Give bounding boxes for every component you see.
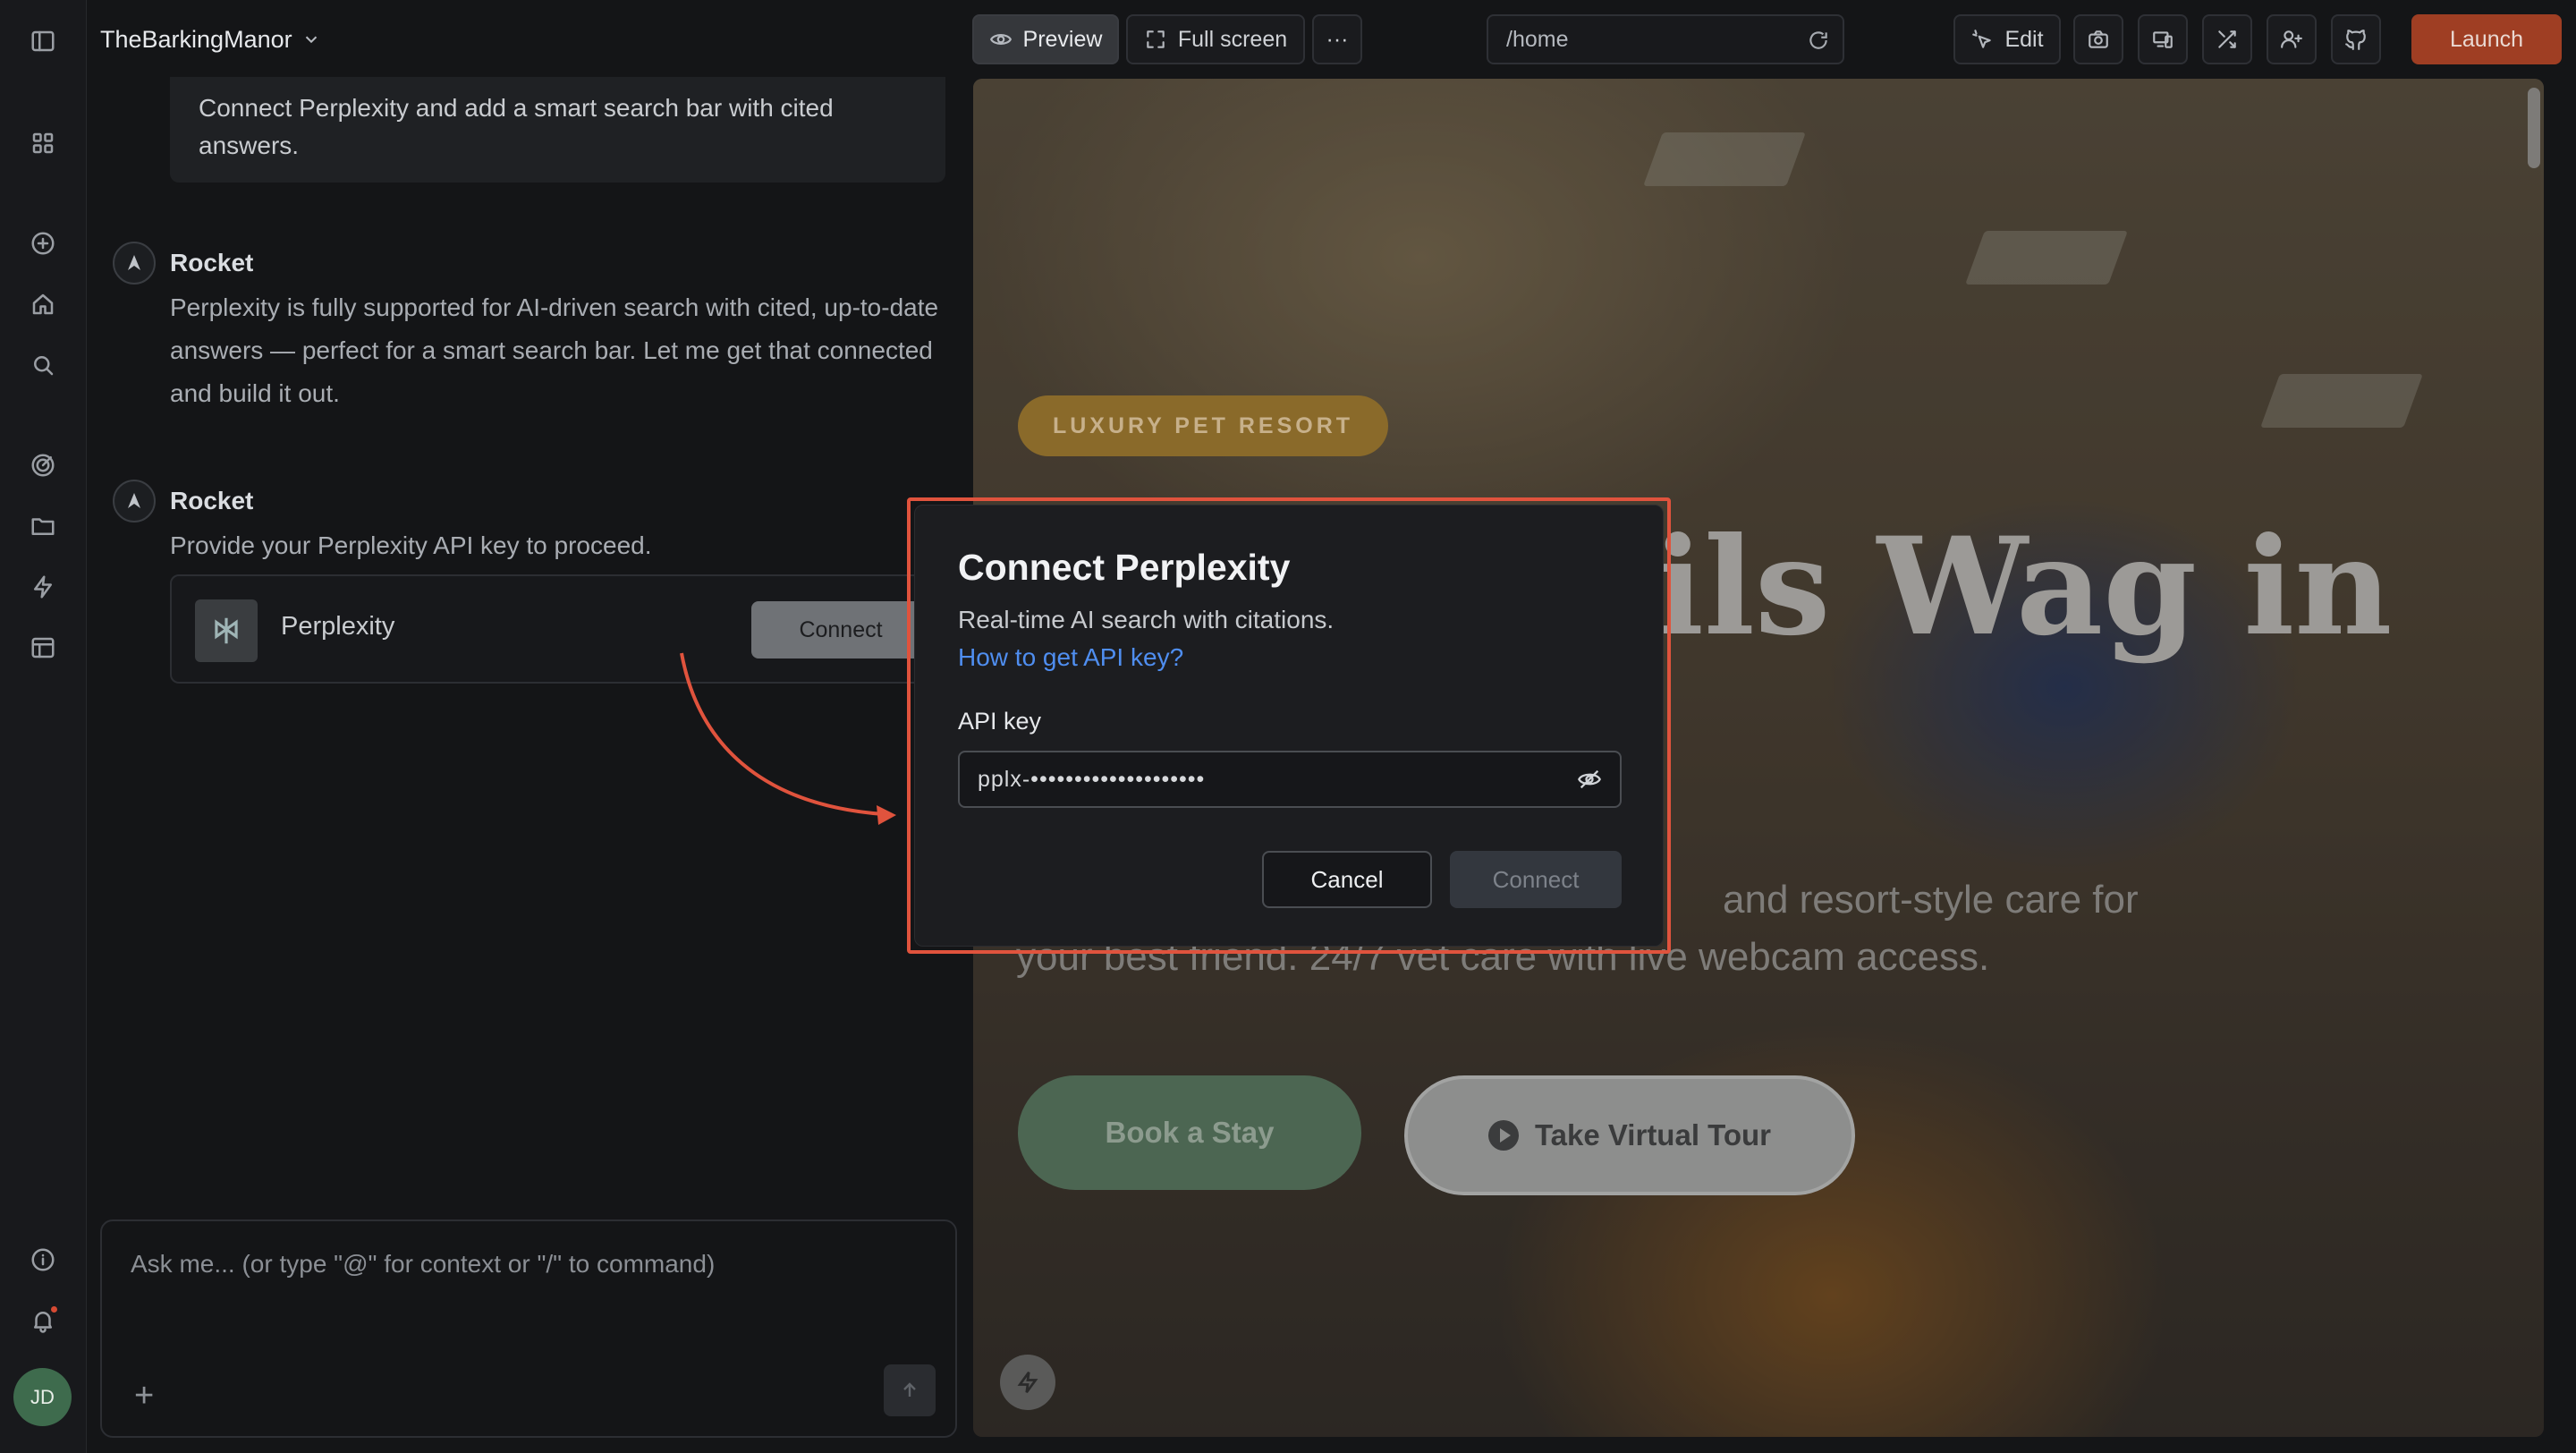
project-switcher[interactable]: TheBarkingManor — [100, 20, 321, 59]
launch-button[interactable]: Launch — [2411, 14, 2562, 64]
book-stay-button[interactable]: Book a Stay — [1018, 1075, 1361, 1190]
api-key-field-wrapper — [958, 751, 1622, 808]
perplexity-logo-icon — [195, 599, 258, 662]
notification-dot — [51, 1306, 57, 1313]
avatar[interactable]: JD — [13, 1368, 72, 1426]
layout-icon[interactable] — [25, 630, 61, 666]
edit-button[interactable]: Edit — [1953, 14, 2061, 64]
chat-composer: + — [100, 1219, 957, 1438]
chevron-down-icon — [305, 36, 317, 44]
camera-icon — [2089, 30, 2108, 48]
virtual-tour-label: Take Virtual Tour — [1534, 1118, 1772, 1151]
preview-button[interactable]: Preview — [972, 14, 1119, 64]
screenshot-button[interactable] — [2073, 14, 2123, 64]
assistant-message: Perplexity is fully supported for AI-dri… — [170, 293, 939, 407]
play-icon — [1487, 1120, 1519, 1151]
target-icon[interactable] — [25, 447, 61, 483]
eye-off-icon[interactable] — [1577, 767, 1602, 792]
more-icon: ··· — [1326, 26, 1349, 52]
bell-icon[interactable] — [25, 1303, 61, 1338]
rocket-avatar-icon — [113, 242, 156, 285]
send-button[interactable] — [884, 1364, 936, 1416]
integration-name: Perplexity — [281, 612, 395, 641]
api-key-field[interactable] — [978, 766, 1577, 793]
chat-input[interactable] — [131, 1250, 918, 1304]
hero-badge: LUXURY PET RESORT — [1018, 395, 1388, 456]
annotation-arrow — [680, 652, 896, 825]
expand-icon — [1147, 30, 1165, 48]
cursor-click-icon — [1972, 30, 1992, 48]
bolt-icon[interactable] — [25, 569, 61, 605]
plus-circle-icon[interactable] — [25, 225, 61, 261]
github-icon — [2345, 30, 2366, 50]
cancel-button[interactable]: Cancel — [1262, 851, 1432, 908]
sidebar-toggle-icon[interactable] — [25, 23, 61, 59]
connect-button[interactable]: Connect — [1450, 851, 1622, 908]
api-key-help-link[interactable]: How to get API key? — [958, 643, 1183, 672]
shuffle-button[interactable] — [2202, 14, 2252, 64]
devices-icon — [2153, 31, 2173, 48]
more-options-button[interactable]: ··· — [1312, 14, 1362, 64]
eye-icon — [989, 34, 1012, 45]
user-message: Connect Perplexity and add a smart searc… — [170, 77, 945, 183]
preview-label: Preview — [1022, 26, 1103, 52]
home-icon[interactable] — [25, 286, 61, 322]
message-author: Rocket — [170, 487, 254, 514]
info-icon[interactable] — [25, 1242, 61, 1278]
url-text: /home — [1506, 26, 1569, 52]
shuffle-icon — [2218, 30, 2236, 48]
refresh-icon[interactable] — [1807, 29, 1830, 52]
project-name: TheBarkingManor — [100, 25, 292, 53]
message-author: Rocket — [170, 249, 254, 276]
modal-title: Connect Perplexity — [958, 547, 1291, 588]
arrow-up-icon — [903, 1382, 916, 1397]
hero-headline: ils Wag in — [1653, 508, 2393, 666]
github-button[interactable] — [2331, 14, 2381, 64]
edit-label: Edit — [2004, 26, 2044, 52]
modal-description: Real-time AI search with citations. — [958, 606, 1335, 633]
preview-scrollbar[interactable] — [2528, 88, 2540, 168]
assistant-message: Provide your Perplexity API key to proce… — [170, 531, 652, 559]
api-key-label: API key — [958, 708, 1042, 735]
grid-icon[interactable] — [25, 125, 61, 161]
left-rail: JD — [0, 0, 87, 1453]
fullscreen-button[interactable]: Full screen — [1126, 14, 1305, 64]
url-bar[interactable]: /home — [1487, 14, 1844, 64]
bolt-icon[interactable] — [1000, 1355, 1055, 1410]
add-attachment-icon[interactable]: + — [134, 1379, 154, 1413]
rocket-avatar-icon — [113, 480, 156, 523]
invite-user-button[interactable] — [2267, 14, 2317, 64]
user-plus-icon — [2281, 30, 2302, 48]
virtual-tour-button[interactable]: Take Virtual Tour — [1404, 1075, 1855, 1195]
device-toggle-button[interactable] — [2138, 14, 2188, 64]
search-icon[interactable] — [25, 347, 61, 383]
fullscreen-label: Full screen — [1177, 26, 1288, 52]
folder-icon[interactable] — [25, 508, 61, 544]
connect-modal: Connect Perplexity Real-time AI search w… — [914, 505, 1664, 947]
